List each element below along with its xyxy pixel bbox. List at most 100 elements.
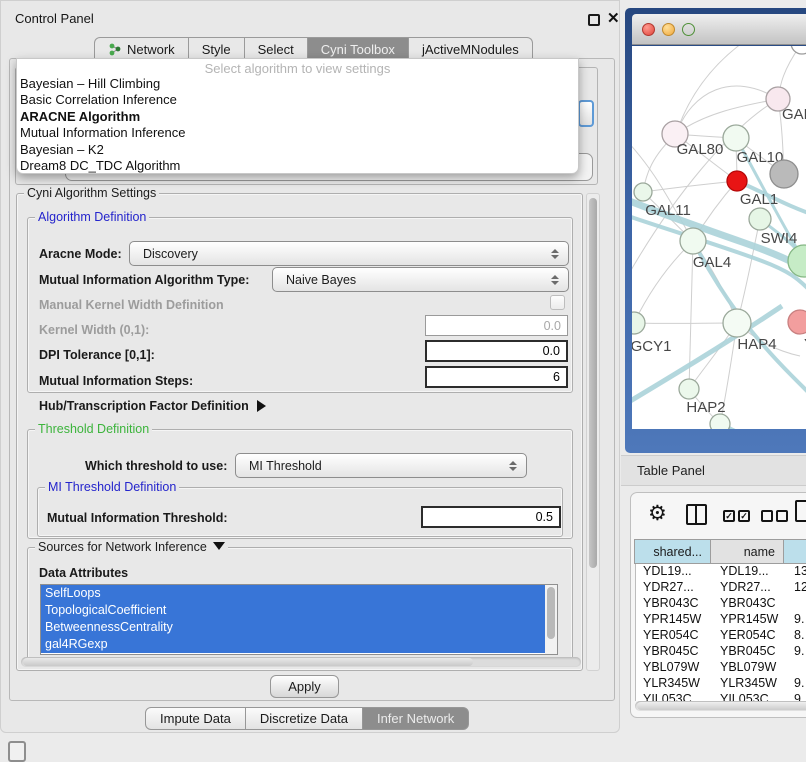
table-cell (787, 596, 806, 612)
table-row[interactable]: YER054CYER054C8. (636, 628, 806, 644)
table-row[interactable]: YDR27...YDR27...12 (636, 580, 806, 596)
apply-button[interactable]: Apply (270, 675, 339, 698)
kernel-width-field[interactable] (425, 315, 568, 336)
table-row[interactable]: YLR345WYLR345W9. (636, 676, 806, 692)
algorithm-option[interactable]: Basic Correlation Inference (17, 92, 578, 108)
float-panel-icon[interactable] (588, 14, 600, 26)
attribute-item[interactable]: BetweennessCentrality (41, 619, 545, 636)
table-cell: YLR345W (636, 676, 713, 692)
focused-combo-fragment[interactable] (578, 100, 594, 127)
hub-definition-toggle[interactable]: Hub/Transcription Factor Definition (39, 399, 266, 413)
node-label-swi4: SWI4 (761, 230, 798, 247)
table-cell: YBR045C (713, 644, 787, 660)
data-attributes-list[interactable]: SelfLoopsTopologicalCoefficientBetweenne… (40, 584, 558, 655)
minimized-panel-icon[interactable] (8, 741, 26, 762)
network-window-titlebar[interactable] (632, 14, 806, 45)
deselect-all-checks-icon[interactable] (761, 510, 788, 522)
table-cell: 9. (787, 612, 806, 628)
table-cell: YDL19... (713, 564, 787, 580)
algorithm-option[interactable]: Dream8 DC_TDC Algorithm (17, 158, 578, 174)
mi-type-value: Naive Bayes (286, 273, 356, 287)
table-cell: YDR27... (636, 580, 713, 596)
network-node-gray-node[interactable] (770, 160, 798, 188)
table-row[interactable]: YDL19...YDL19...13 (636, 564, 806, 580)
close-window-icon[interactable] (642, 23, 655, 36)
minimize-window-icon[interactable] (662, 23, 675, 36)
dpi-tolerance-label: DPI Tolerance [0,1]: (39, 348, 155, 362)
table-cell: YBR043C (636, 596, 713, 612)
cyni-settings-title: Cyni Algorithm Settings (24, 186, 159, 200)
algorithm-option[interactable]: Bayesian – Hill Climbing (17, 76, 578, 92)
mi-type-label: Mutual Information Algorithm Type: (39, 273, 249, 287)
mi-type-select[interactable]: Naive Bayes (272, 267, 569, 292)
network-node-swi4[interactable] (749, 208, 771, 230)
network-node-gal1[interactable] (727, 171, 747, 191)
settings-vertical-scrollbar[interactable] (586, 193, 600, 671)
document-icon[interactable] (795, 500, 806, 522)
table-cell: YDL19... (636, 564, 713, 580)
columns-icon[interactable] (686, 504, 707, 525)
which-threshold-select[interactable]: MI Threshold (235, 453, 527, 478)
network-node-hap4[interactable] (723, 309, 751, 337)
aracne-mode-select[interactable]: Discovery (129, 241, 569, 266)
node-label-gal1: GAL1 (740, 191, 778, 208)
spinner-icon (551, 275, 559, 285)
bottom-tab-impute-data[interactable]: Impute Data (145, 707, 246, 730)
network-node-hap2[interactable] (679, 379, 699, 399)
network-node-gal11[interactable] (634, 183, 652, 201)
table-cell: 9. (787, 676, 806, 692)
table-row[interactable]: YPR145WYPR145W9. (636, 612, 806, 628)
node-label-gal80: GAL80 (677, 141, 724, 158)
table-row[interactable]: YIL053CYIL053C9 (636, 692, 806, 701)
control-panel: Control Panel ✕ NetworkStyleSelectCyni T… (0, 0, 620, 733)
panel-title: Control Panel (15, 11, 94, 26)
threshold-definition-title: Threshold Definition (35, 422, 152, 436)
manual-kernel-checkbox[interactable] (550, 295, 565, 310)
table-row[interactable]: YBR043CYBR043C (636, 596, 806, 612)
attribute-item[interactable]: TopologicalCoefficient (41, 602, 545, 619)
table-horizontal-scrollbar[interactable] (635, 701, 806, 711)
zoom-window-icon[interactable] (682, 23, 695, 36)
sources-title[interactable]: Sources for Network Inference (35, 540, 228, 554)
network-node-salmon-node[interactable] (788, 310, 806, 334)
attribute-item[interactable]: SelfLoops (41, 585, 545, 602)
settings-horizontal-scrollbar[interactable] (21, 657, 581, 667)
column-header[interactable] (783, 539, 806, 564)
bottom-tab-discretize-data[interactable]: Discretize Data (245, 707, 363, 730)
mi-steps-field[interactable] (425, 366, 568, 388)
attributes-scrollbar[interactable] (545, 585, 557, 654)
mi-threshold-field[interactable] (421, 506, 561, 528)
network-node-gal4[interactable] (680, 228, 706, 254)
table-panel-titlebar: Table Panel (621, 455, 806, 486)
scrollbar-thumb[interactable] (637, 702, 806, 710)
select-all-checks-icon[interactable]: ✓✓ (723, 510, 750, 522)
algorithm-option[interactable]: Bayesian – K2 (17, 142, 578, 158)
table-row[interactable]: YBL079WYBL079W (636, 660, 806, 676)
network-node-gcy1[interactable] (632, 312, 645, 334)
gear-icon[interactable]: ⚙ (648, 501, 667, 526)
algorithm-option[interactable]: Mutual Information Inference (17, 125, 578, 141)
column-header[interactable]: shared... (634, 539, 711, 564)
algorithm-option[interactable]: ARACNE Algorithm (17, 109, 578, 125)
network-node-bottom-green[interactable] (710, 414, 730, 429)
table-header-row: shared...name (635, 539, 806, 564)
table-cell: YIL053C (713, 692, 787, 701)
table-cell: YPR145W (713, 612, 787, 628)
scrollbar-thumb[interactable] (23, 658, 473, 666)
bottom-tab-infer-network[interactable]: Infer Network (362, 707, 469, 730)
table-row[interactable]: YBR045CYBR045C9. (636, 644, 806, 660)
attribute-item[interactable]: gal4RGexp (41, 636, 545, 653)
column-header[interactable]: name (710, 539, 784, 564)
dpi-tolerance-field[interactable] (425, 340, 568, 362)
algorithm-dropdown-popup: Select algorithm to view settings Bayesi… (16, 58, 579, 174)
scrollbar-thumb[interactable] (589, 198, 597, 568)
network-node-gal10[interactable] (723, 125, 749, 151)
mi-threshold-group-title: MI Threshold Definition (45, 480, 179, 494)
node-label-gal-pink: GAL (782, 106, 806, 123)
network-node-top-white[interactable] (791, 46, 806, 54)
collapsed-arrow-icon (257, 400, 266, 412)
close-panel-icon[interactable]: ✕ (607, 9, 620, 27)
mi-threshold-label: Mutual Information Threshold: (47, 511, 228, 525)
table-cell: YER054C (636, 628, 713, 644)
network-canvas[interactable]: GALGAL80GAL10GAL1GAL11SWI4GAL4GCY1HAP4YH… (632, 46, 806, 429)
